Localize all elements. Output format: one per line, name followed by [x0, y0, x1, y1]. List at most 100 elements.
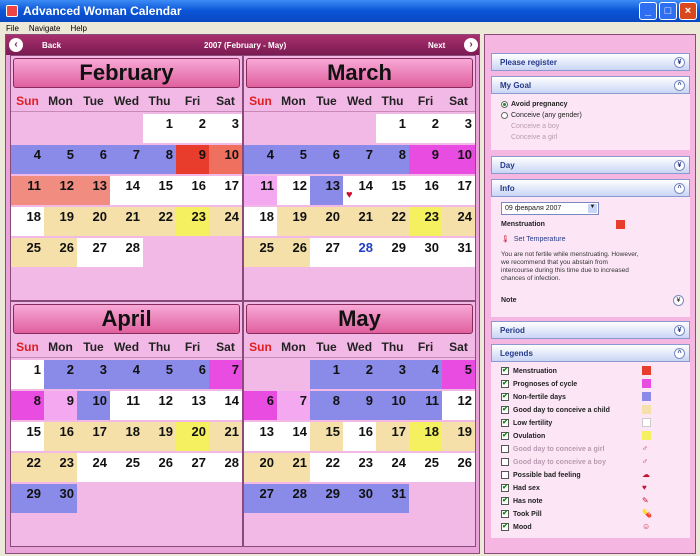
legend-item[interactable]: ✔ Took Pill: [501, 509, 542, 519]
checkbox[interactable]: ✔: [501, 380, 509, 388]
day-cell[interactable]: 3: [376, 360, 409, 389]
day-cell[interactable]: 27: [77, 238, 110, 267]
day-cell[interactable]: 25: [409, 453, 442, 482]
day-cell[interactable]: 5: [442, 360, 475, 389]
day-cell[interactable]: 14: [277, 422, 310, 451]
day-cell[interactable]: 1: [310, 360, 343, 389]
day-cell[interactable]: 4: [244, 145, 277, 174]
day-cell[interactable]: 3: [77, 360, 110, 389]
close-button[interactable]: ×: [679, 2, 697, 20]
legends-header[interactable]: Legends ^: [491, 344, 690, 362]
day-cell[interactable]: 6: [244, 391, 277, 420]
info-header[interactable]: Info ^: [491, 179, 690, 197]
day-cell[interactable]: 25: [110, 453, 143, 482]
day-cell[interactable]: 17: [77, 422, 110, 451]
day-cell[interactable]: 16: [409, 176, 442, 205]
day-cell[interactable]: 15: [11, 422, 44, 451]
day-cell[interactable]: 9: [176, 145, 209, 174]
day-cell[interactable]: 14: [209, 391, 242, 420]
day-cell[interactable]: 26: [143, 453, 176, 482]
day-cell[interactable]: 6: [176, 360, 209, 389]
day-cell[interactable]: 23: [176, 207, 209, 236]
day-cell[interactable]: 19: [277, 207, 310, 236]
day-cell[interactable]: 17: [442, 176, 475, 205]
checkbox[interactable]: ✔: [501, 367, 509, 375]
legend-item[interactable]: ✔ Prognoses of cycle: [501, 379, 577, 389]
legend-item[interactable]: ✔ Has note: [501, 496, 543, 506]
day-cell[interactable]: 19: [143, 422, 176, 451]
day-cell[interactable]: 6: [77, 145, 110, 174]
period-header[interactable]: Period ¥: [491, 321, 690, 339]
checkbox[interactable]: [501, 471, 509, 479]
day-cell[interactable]: 1: [11, 360, 44, 389]
day-cell[interactable]: 24: [376, 453, 409, 482]
day-cell[interactable]: 31: [376, 484, 409, 513]
day-cell[interactable]: 25: [244, 238, 277, 267]
day-cell[interactable]: 13: [244, 422, 277, 451]
day-cell[interactable]: 22: [143, 207, 176, 236]
day-cell[interactable]: 20: [310, 207, 343, 236]
day-cell[interactable]: 18: [244, 207, 277, 236]
day-cell[interactable]: 28: [110, 238, 143, 267]
day-cell[interactable]: 10: [77, 391, 110, 420]
register-header[interactable]: Please register ¥: [491, 53, 690, 71]
checkbox[interactable]: ✔: [501, 432, 509, 440]
day-cell[interactable]: 16: [44, 422, 77, 451]
day-cell[interactable]: 23: [343, 453, 376, 482]
day-cell[interactable]: 12: [143, 391, 176, 420]
day-cell[interactable]: 24: [77, 453, 110, 482]
day-cell[interactable]: 8: [11, 391, 44, 420]
day-cell[interactable]: 30: [44, 484, 77, 513]
day-cell[interactable]: 21: [277, 453, 310, 482]
next-button[interactable]: Next: [428, 41, 445, 50]
day-cell[interactable]: 22: [376, 207, 409, 236]
day-cell[interactable]: 25: [11, 238, 44, 267]
day-cell[interactable]: 1: [376, 114, 409, 143]
day-cell[interactable]: 27: [244, 484, 277, 513]
back-button[interactable]: Back: [42, 41, 61, 50]
day-cell[interactable]: 21: [343, 207, 376, 236]
menu-navigate[interactable]: Navigate: [29, 24, 61, 33]
chevron-down-icon[interactable]: ¥: [673, 295, 684, 306]
day-cell[interactable]: 21: [110, 207, 143, 236]
day-cell[interactable]: 17: [376, 422, 409, 451]
day-cell[interactable]: 12: [277, 176, 310, 205]
chevron-down-icon[interactable]: ¥: [674, 160, 685, 171]
legend-item[interactable]: ✔ Non-fertile days: [501, 392, 566, 402]
day-cell[interactable]: 9: [44, 391, 77, 420]
day-cell[interactable]: 18: [110, 422, 143, 451]
day-cell[interactable]: 9: [343, 391, 376, 420]
day-cell[interactable]: 4: [110, 360, 143, 389]
legend-item[interactable]: ✔ Low fertility: [501, 418, 552, 428]
day-cell[interactable]: 20: [176, 422, 209, 451]
legend-item[interactable]: Possible bad feeling: [501, 470, 581, 480]
checkbox[interactable]: ✔: [501, 419, 509, 427]
day-cell[interactable]: 28: [343, 238, 376, 267]
day-cell[interactable]: 24: [442, 207, 475, 236]
day-cell[interactable]: 26: [44, 238, 77, 267]
day-cell[interactable]: 29: [310, 484, 343, 513]
day-cell[interactable]: 31: [442, 238, 475, 267]
day-cell[interactable]: 27: [310, 238, 343, 267]
minimize-button[interactable]: _: [639, 2, 657, 20]
checkbox[interactable]: ✔: [501, 523, 509, 531]
day-cell[interactable]: 4: [11, 145, 44, 174]
day-cell[interactable]: 3: [209, 114, 242, 143]
day-cell[interactable]: 4: [409, 360, 442, 389]
checkbox[interactable]: ✔: [501, 393, 509, 401]
day-cell[interactable]: 12: [442, 391, 475, 420]
legend-item[interactable]: ✔ Ovulation: [501, 431, 545, 441]
day-cell[interactable]: 29: [11, 484, 44, 513]
day-cell[interactable]: 14: [110, 176, 143, 205]
chevron-up-icon[interactable]: ^: [674, 183, 685, 194]
day-cell[interactable]: 3: [442, 114, 475, 143]
goal-option-conceive[interactable]: Conceive (any gender): [501, 110, 582, 120]
day-cell[interactable]: 28: [277, 484, 310, 513]
day-cell[interactable]: 2: [44, 360, 77, 389]
day-cell[interactable]: 7: [110, 145, 143, 174]
chevron-up-icon[interactable]: ^: [674, 80, 685, 91]
chevron-down-icon[interactable]: ¥: [674, 325, 685, 336]
day-cell[interactable]: 17: [209, 176, 242, 205]
day-cell[interactable]: 22: [310, 453, 343, 482]
day-cell[interactable]: 8: [376, 145, 409, 174]
